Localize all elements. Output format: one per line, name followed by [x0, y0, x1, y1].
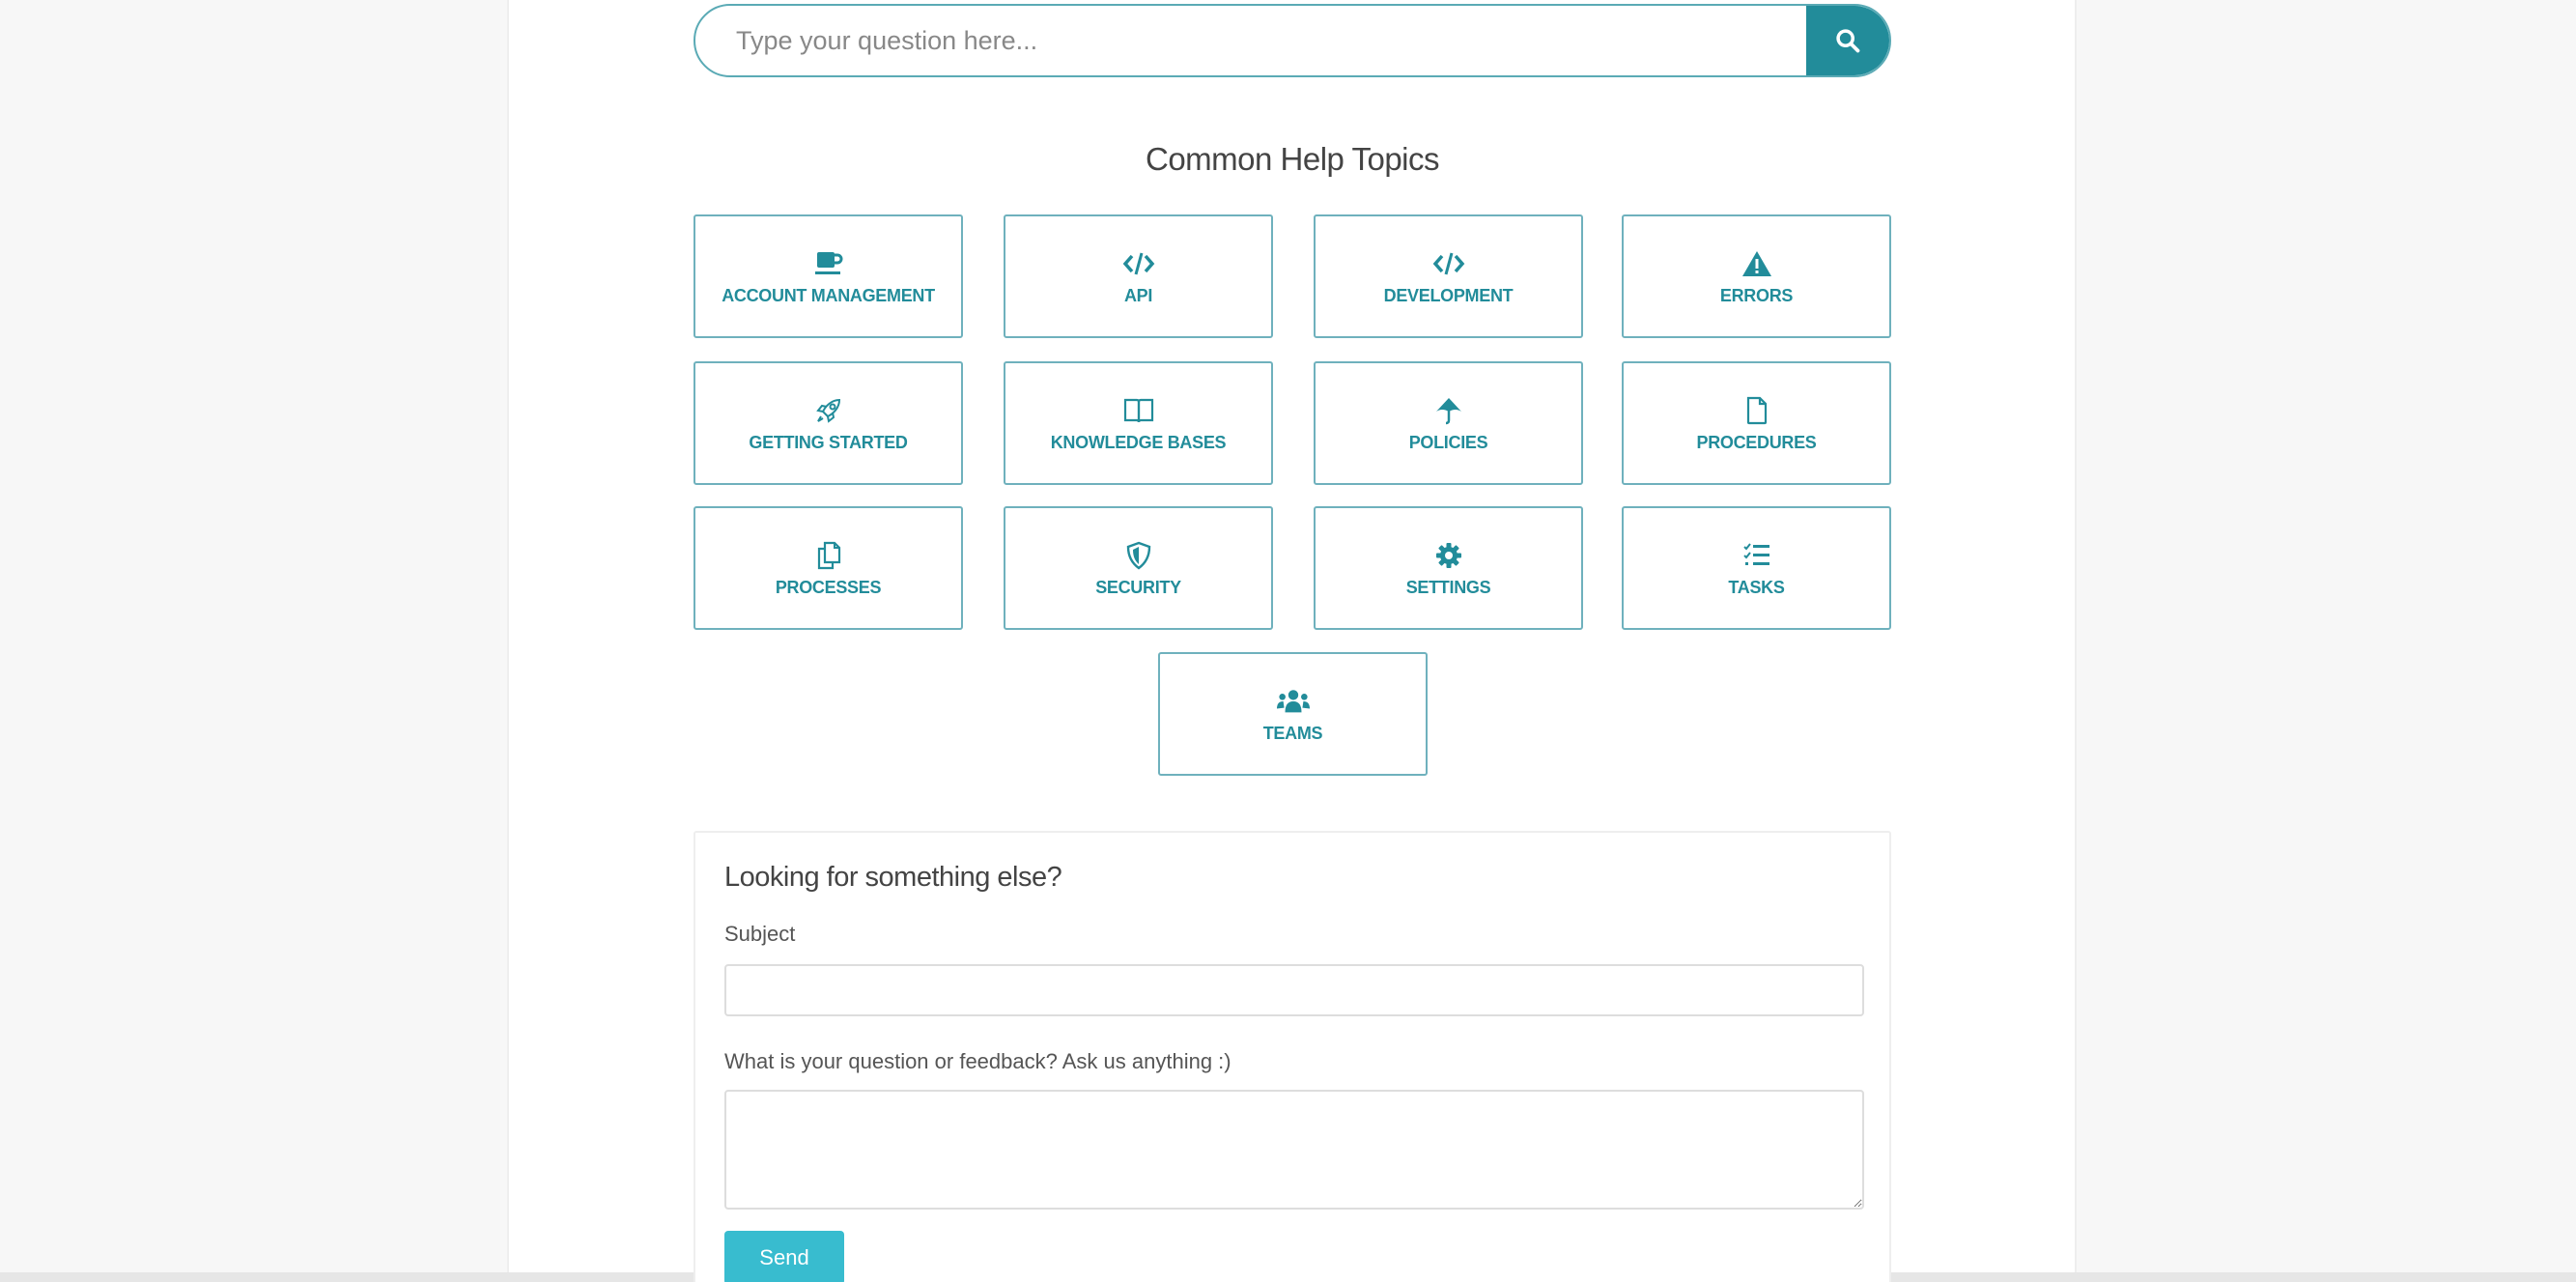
shield-icon	[1122, 539, 1155, 572]
code-icon	[1432, 247, 1465, 280]
message-label: What is your question or feedback? Ask u…	[724, 1049, 1231, 1073]
topic-label: TEAMS	[1262, 723, 1323, 743]
send-button[interactable]: Send	[724, 1231, 844, 1282]
topic-card-development[interactable]: DEVELOPMENT	[1314, 214, 1583, 338]
search-input[interactable]	[695, 6, 1768, 75]
coffee-cup-icon	[812, 247, 845, 280]
topic-card-knowledge-bases[interactable]: KNOWLEDGE BASES	[1004, 361, 1273, 485]
copy-files-icon	[812, 539, 845, 572]
topic-card-policies[interactable]: POLICIES	[1314, 361, 1583, 485]
search-button[interactable]	[1806, 6, 1889, 75]
topic-card-errors[interactable]: ERRORS	[1622, 214, 1891, 338]
topic-label: ACCOUNT MANAGEMENT	[722, 285, 935, 305]
file-icon	[1741, 394, 1773, 427]
umbrella-icon	[1432, 394, 1465, 427]
checklist-icon	[1741, 539, 1773, 572]
topic-card-getting-started[interactable]: GETTING STARTED	[694, 361, 963, 485]
topic-card-procedures[interactable]: PROCEDURES	[1622, 361, 1891, 485]
search-bar	[694, 4, 1891, 77]
topic-label: PROCEDURES	[1696, 432, 1817, 452]
topic-label: DEVELOPMENT	[1383, 285, 1514, 305]
subject-input[interactable]	[724, 964, 1864, 1016]
topic-label: KNOWLEDGE BASES	[1050, 432, 1227, 452]
topic-card-processes[interactable]: PROCESSES	[694, 506, 963, 630]
topics-heading: Common Help Topics	[1145, 141, 1440, 177]
search-icon	[1836, 29, 1860, 53]
code-icon	[1122, 247, 1155, 280]
topic-card-api[interactable]: API	[1004, 214, 1273, 338]
open-book-icon	[1122, 394, 1155, 427]
topic-label: GETTING STARTED	[749, 432, 908, 452]
topic-card-settings[interactable]: SETTINGS	[1314, 506, 1583, 630]
subject-label: Subject	[724, 922, 796, 946]
rocket-icon	[812, 394, 845, 427]
topic-label: POLICIES	[1408, 432, 1488, 452]
topic-label: SECURITY	[1095, 577, 1181, 597]
topic-card-teams[interactable]: TEAMS	[1158, 652, 1428, 776]
topic-card-account-management[interactable]: ACCOUNT MANAGEMENT	[694, 214, 963, 338]
warning-triangle-icon	[1741, 247, 1773, 280]
contact-form: Looking for something else? Subject What…	[694, 831, 1891, 1282]
topic-label: API	[1123, 285, 1153, 305]
topic-card-security[interactable]: SECURITY	[1004, 506, 1273, 630]
topic-label: SETTINGS	[1405, 577, 1491, 597]
topic-label: ERRORS	[1719, 285, 1794, 305]
users-group-icon	[1276, 685, 1310, 718]
gear-icon	[1432, 539, 1465, 572]
topic-label: PROCESSES	[775, 577, 882, 597]
contact-form-title: Looking for something else?	[724, 862, 1062, 893]
topic-label: TASKS	[1728, 577, 1785, 597]
message-textarea[interactable]	[724, 1090, 1864, 1210]
topic-card-tasks[interactable]: TASKS	[1622, 506, 1891, 630]
